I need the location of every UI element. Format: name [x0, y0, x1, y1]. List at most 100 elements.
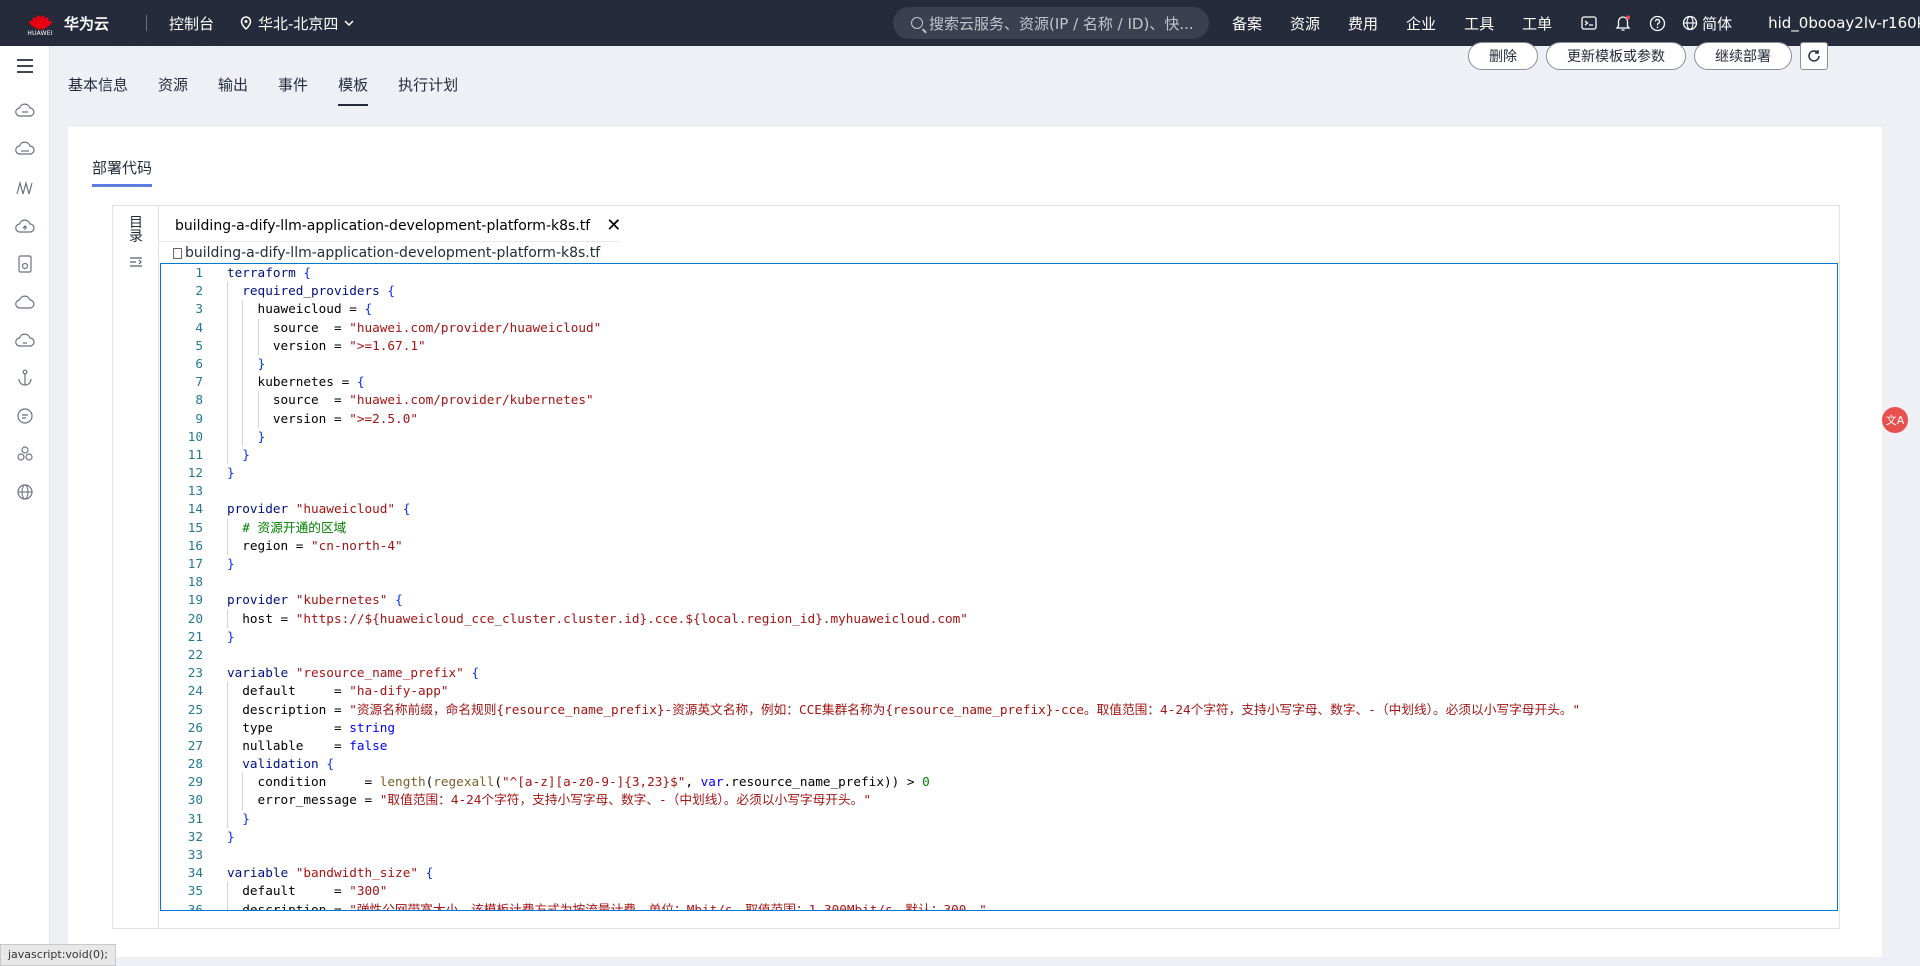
indent-guide [227, 736, 228, 756]
nav-billing[interactable]: 费用 [1348, 13, 1378, 34]
cluster-nodes-icon[interactable] [15, 444, 35, 464]
anchor-icon[interactable] [15, 368, 35, 388]
line-number: 28 [187, 756, 203, 772]
line-number: 19 [187, 592, 203, 608]
code-text: # 资源开通的区域 [227, 519, 347, 535]
cluster-icon[interactable] [15, 178, 35, 198]
delete-button[interactable]: 删除 [1468, 42, 1538, 70]
code-editor[interactable]: 1 terraform {2 required_providers {3 huaw… [160, 263, 1838, 911]
file-tab[interactable]: building-a-dify-llm-application-developm… [175, 217, 621, 235]
code-line: 2 required_providers { [161, 282, 1837, 301]
chevron-down-icon [344, 20, 354, 26]
brand-name: 华为云 [64, 14, 110, 33]
continue-deploy-button[interactable]: 继续部署 [1694, 42, 1792, 70]
line-number: 32 [187, 828, 203, 844]
code-text: source = "huawei.com/provider/kubernetes… [227, 392, 594, 408]
tab-outputs[interactable]: 输出 [218, 74, 248, 106]
breadcrumb-file[interactable]: building-a-dify-llm-application-developm… [185, 245, 600, 261]
bell-icon[interactable] [1614, 14, 1632, 32]
cloud-storage-icon[interactable] [15, 330, 35, 350]
chat-icon[interactable] [15, 406, 35, 426]
indent-guide [242, 336, 244, 355]
indent-guide [227, 755, 228, 774]
code-line: 18 [161, 573, 1837, 591]
top-navigation-bar: HUAWEI 华为云 控制台 华北-北京四 搜索云服务、资源(IP / 名称 /… [0, 0, 1920, 46]
line-number: 11 [187, 446, 203, 462]
close-icon[interactable]: ✕ [606, 217, 621, 235]
nav-resources[interactable]: 资源 [1290, 13, 1320, 34]
indent-guide [227, 718, 228, 737]
nav-enterprise[interactable]: 企业 [1406, 13, 1436, 34]
code-line: 9 version = ">=2.5.0" [161, 409, 1837, 428]
toc-expand-icon[interactable] [129, 256, 143, 268]
cloud-icon[interactable] [15, 100, 35, 120]
globe-icon [1682, 15, 1698, 31]
tab-execution-plan[interactable]: 执行计划 [398, 74, 458, 106]
code-text: } [257, 428, 266, 444]
account-menu[interactable]: hid_0booay2lv-r160k [1768, 14, 1920, 32]
code-line: 25 description = "资源名称前缀，命名规则{resource_n… [161, 700, 1837, 719]
indent-guide [227, 445, 228, 465]
code-line: 8 source = "huawei.com/provider/kubernet… [161, 391, 1837, 410]
tab-basic-info[interactable]: 基本信息 [68, 74, 128, 106]
code-line: 5 version = ">=1.67.1" [161, 336, 1837, 355]
code-line: 34 variable "bandwidth_size" { [161, 864, 1837, 882]
globe-network-icon[interactable] [15, 482, 35, 502]
help-icon[interactable] [1648, 14, 1666, 32]
code-line: 7 kubernetes = { [161, 373, 1837, 392]
line-number: 22 [187, 646, 203, 662]
menu-icon[interactable] [15, 56, 35, 76]
search-icon [911, 17, 923, 29]
nav-tickets[interactable]: 工单 [1522, 13, 1552, 34]
code-text: default = "300" [227, 883, 388, 899]
indent-guide [242, 391, 244, 410]
tab-events[interactable]: 事件 [278, 74, 308, 106]
file-icon [173, 247, 182, 259]
code-text: error_message = "取值范围：4-24个字符，支持小写字母、数字、… [227, 792, 871, 808]
indent-guide [227, 373, 228, 392]
line-number: 16 [187, 537, 203, 553]
line-number: 10 [187, 428, 203, 444]
database-icon[interactable] [15, 254, 35, 274]
code-line: 11 } [161, 445, 1837, 465]
region-selector[interactable]: 华北-北京四 [240, 13, 354, 34]
toc-toggle[interactable]: 目录 [129, 216, 143, 244]
console-link[interactable]: 控制台 [169, 13, 214, 34]
language-selector[interactable]: 简体 [1682, 13, 1732, 34]
code-text: default = "ha-dify-app" [227, 683, 449, 699]
update-template-button[interactable]: 更新模板或参数 [1546, 42, 1686, 70]
cloud-small-icon[interactable] [15, 292, 35, 312]
terminal-icon[interactable] [1580, 14, 1598, 32]
tab-deploy-code[interactable]: 部署代码 [92, 157, 153, 187]
code-line: 14 provider "huaweicloud" { [161, 500, 1837, 518]
line-number: 30 [187, 792, 203, 808]
indent-guide [242, 300, 244, 319]
cloud-upload-icon[interactable] [15, 216, 35, 236]
nav-tools[interactable]: 工具 [1464, 13, 1494, 34]
divider [146, 15, 147, 31]
refresh-icon [1808, 50, 1820, 62]
code-line: 29 condition = length(regexall("^[a-z][a… [161, 773, 1837, 792]
indent-guide [227, 809, 228, 828]
translate-icon: 文A [1885, 414, 1905, 427]
code-text: } [227, 556, 235, 571]
code-line: 19 provider "kubernetes" { [161, 591, 1837, 609]
nav-beian[interactable]: 备案 [1232, 13, 1262, 34]
tab-template[interactable]: 模板 [338, 74, 369, 106]
translate-badge[interactable]: 文A [1882, 407, 1908, 433]
indent-guide [242, 354, 244, 374]
code-line: 3 huaweicloud = { [161, 300, 1837, 319]
global-search-input[interactable]: 搜索云服务、资源(IP / 名称 / ID)、快... [893, 7, 1209, 39]
indent-guide [227, 354, 228, 374]
cloud-outline-icon[interactable] [15, 138, 35, 158]
line-number: 21 [187, 628, 203, 644]
huawei-logo[interactable]: HUAWEI 华为云 [0, 5, 128, 41]
refresh-button[interactable] [1800, 42, 1828, 70]
tab-resources[interactable]: 资源 [158, 74, 188, 106]
code-text: } [257, 355, 266, 371]
code-text: kubernetes = { [227, 374, 365, 390]
detail-tabs: 基本信息 资源 输出 事件 模板 执行计划 [68, 74, 488, 106]
code-line: 15 # 资源开通的区域 [161, 518, 1837, 537]
line-number: 14 [187, 501, 203, 517]
line-number: 5 [195, 337, 203, 353]
